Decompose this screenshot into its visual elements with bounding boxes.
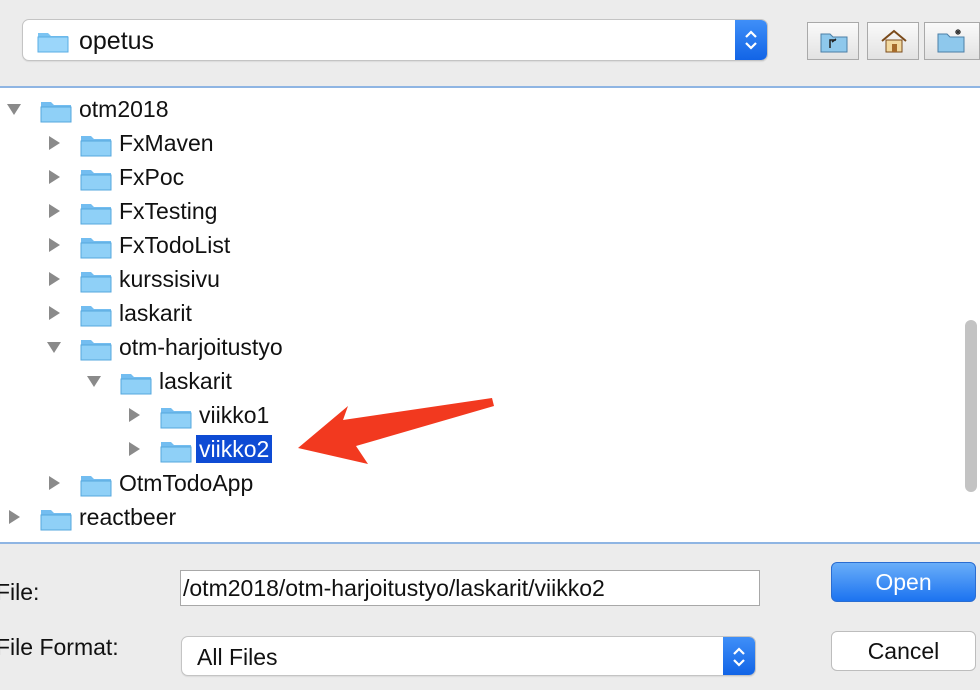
folder-icon: [80, 204, 112, 225]
folder-icon: [80, 238, 112, 259]
open-button[interactable]: Open: [831, 562, 976, 602]
top-bar: opetus: [0, 0, 980, 86]
file-format-combobox[interactable]: All Files: [181, 636, 756, 676]
combo-stepper[interactable]: [723, 637, 755, 675]
file-path-field[interactable]: /otm2018/otm-harjoitustyo/laskarit/viikk…: [180, 570, 760, 606]
tree-item-label[interactable]: FxMaven: [116, 129, 217, 157]
expanded-triangle-icon[interactable]: [6, 101, 22, 117]
expanded-triangle-icon[interactable]: [86, 373, 102, 389]
tree-row[interactable]: laskarit: [0, 364, 960, 398]
collapsed-triangle-icon[interactable]: [46, 135, 62, 151]
cancel-button[interactable]: Cancel: [831, 631, 976, 671]
tree-row[interactable]: FxTodoList: [0, 228, 960, 262]
expanded-triangle-icon[interactable]: [46, 339, 62, 355]
folder-icon: [80, 306, 112, 327]
tree-item-label[interactable]: FxPoc: [116, 163, 187, 191]
up-folder-button[interactable]: [807, 22, 859, 60]
folder-icon: [120, 374, 152, 395]
tree-row[interactable]: FxMaven: [0, 126, 960, 160]
folder-icon: [40, 102, 72, 123]
home-button[interactable]: [867, 22, 919, 60]
tree-row[interactable]: OtmTodoApp: [0, 466, 960, 500]
collapsed-triangle-icon[interactable]: [46, 475, 62, 491]
collapsed-triangle-icon[interactable]: [126, 407, 142, 423]
tree-item-label[interactable]: otm-harjoitustyo: [116, 333, 286, 361]
collapsed-triangle-icon[interactable]: [46, 305, 62, 321]
collapsed-triangle-icon[interactable]: [46, 237, 62, 253]
tree-item-label[interactable]: FxTesting: [116, 197, 220, 225]
folder-path-combobox[interactable]: opetus: [22, 19, 768, 61]
new-folder-icon: [937, 29, 965, 53]
tree-row[interactable]: FxPoc: [0, 160, 960, 194]
tree-row[interactable]: reactbeer: [0, 500, 960, 534]
tree-row[interactable]: otm-harjoitustyo: [0, 330, 960, 364]
collapsed-triangle-icon[interactable]: [46, 169, 62, 185]
chevron-updown-icon: [733, 647, 745, 667]
tree-item-label-selected[interactable]: viikko2: [196, 435, 273, 463]
tree-item-label[interactable]: OtmTodoApp: [116, 469, 256, 497]
home-icon: [881, 29, 907, 53]
collapsed-triangle-icon[interactable]: [6, 509, 22, 525]
file-label: File:: [0, 579, 40, 605]
scrollbar-thumb[interactable]: [965, 320, 977, 492]
tree-row[interactable]: FxTesting: [0, 194, 960, 228]
folder-tree[interactable]: otm2018 FxMaven FxPoc FxTesting FxTodoList ku…: [0, 86, 980, 544]
file-format-value: All Files: [197, 644, 278, 670]
tree-row[interactable]: viikko2: [0, 432, 960, 466]
tree-item-label[interactable]: kurssisivu: [116, 265, 223, 293]
tree-row[interactable]: kurssisivu: [0, 262, 960, 296]
combo-stepper[interactable]: [735, 20, 767, 60]
tree-item-label[interactable]: reactbeer: [76, 503, 179, 531]
tree-row[interactable]: otm2018: [0, 92, 960, 126]
folder-icon: [80, 136, 112, 157]
chevron-updown-icon: [745, 30, 757, 50]
folder-icon: [80, 170, 112, 191]
folder-icon: [37, 29, 69, 58]
folder-icon: [80, 476, 112, 497]
tree-item-label[interactable]: otm2018: [76, 95, 172, 123]
up-folder-icon: [820, 33, 848, 53]
folder-icon: [80, 272, 112, 293]
tree-row[interactable]: viikko1: [0, 398, 960, 432]
new-folder-button[interactable]: [924, 22, 980, 60]
collapsed-triangle-icon[interactable]: [46, 271, 62, 287]
file-format-label: File Format:: [0, 634, 119, 660]
tree-item-label[interactable]: viikko1: [196, 401, 272, 429]
folder-icon: [40, 510, 72, 531]
file-dialog-footer: File: /otm2018/otm-harjoitustyo/laskarit…: [0, 544, 980, 690]
folder-icon: [160, 442, 192, 463]
tree-item-label[interactable]: laskarit: [156, 367, 235, 395]
tree-row[interactable]: laskarit: [0, 296, 960, 330]
folder-icon: [80, 340, 112, 361]
folder-icon: [160, 408, 192, 429]
current-folder-label: opetus: [79, 27, 155, 55]
tree-item-label[interactable]: FxTodoList: [116, 231, 233, 259]
collapsed-triangle-icon[interactable]: [46, 203, 62, 219]
tree-item-label[interactable]: laskarit: [116, 299, 195, 327]
collapsed-triangle-icon[interactable]: [126, 441, 142, 457]
